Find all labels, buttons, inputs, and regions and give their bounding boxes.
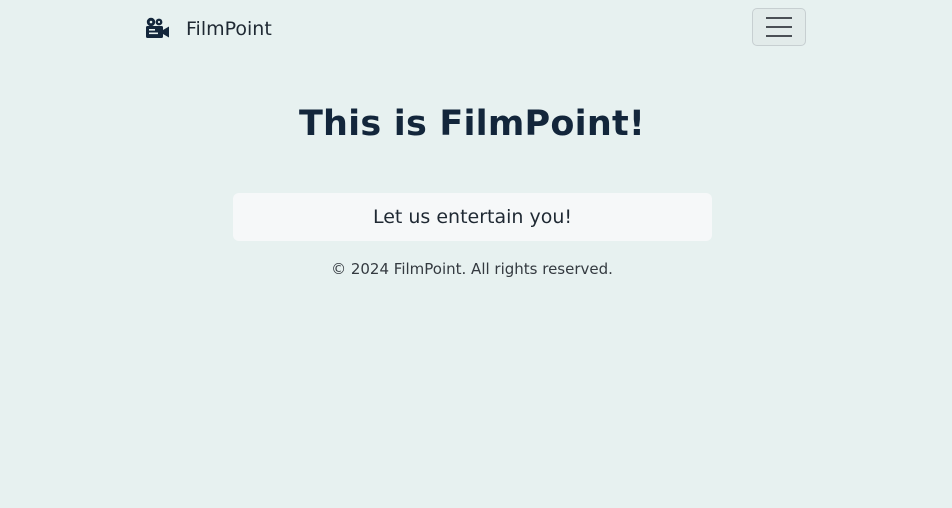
footer-copyright: © 2024 FilmPoint. All rights reserved. [331, 260, 613, 278]
brand-link[interactable]: FilmPoint [144, 14, 272, 44]
tagline-card: Let us entertain you! [233, 193, 712, 241]
brand-name: FilmPoint [186, 18, 272, 40]
hamburger-menu-icon [766, 17, 792, 19]
film-camera-icon [144, 16, 170, 42]
hamburger-menu-icon-bar [766, 35, 792, 37]
page-title: This is FilmPoint! [298, 104, 646, 144]
hamburger-menu-icon-bar [766, 26, 792, 28]
navbar-toggle-button[interactable] [752, 8, 806, 46]
navbar: FilmPoint [0, 0, 952, 58]
tagline-text: Let us entertain you! [372, 206, 573, 228]
